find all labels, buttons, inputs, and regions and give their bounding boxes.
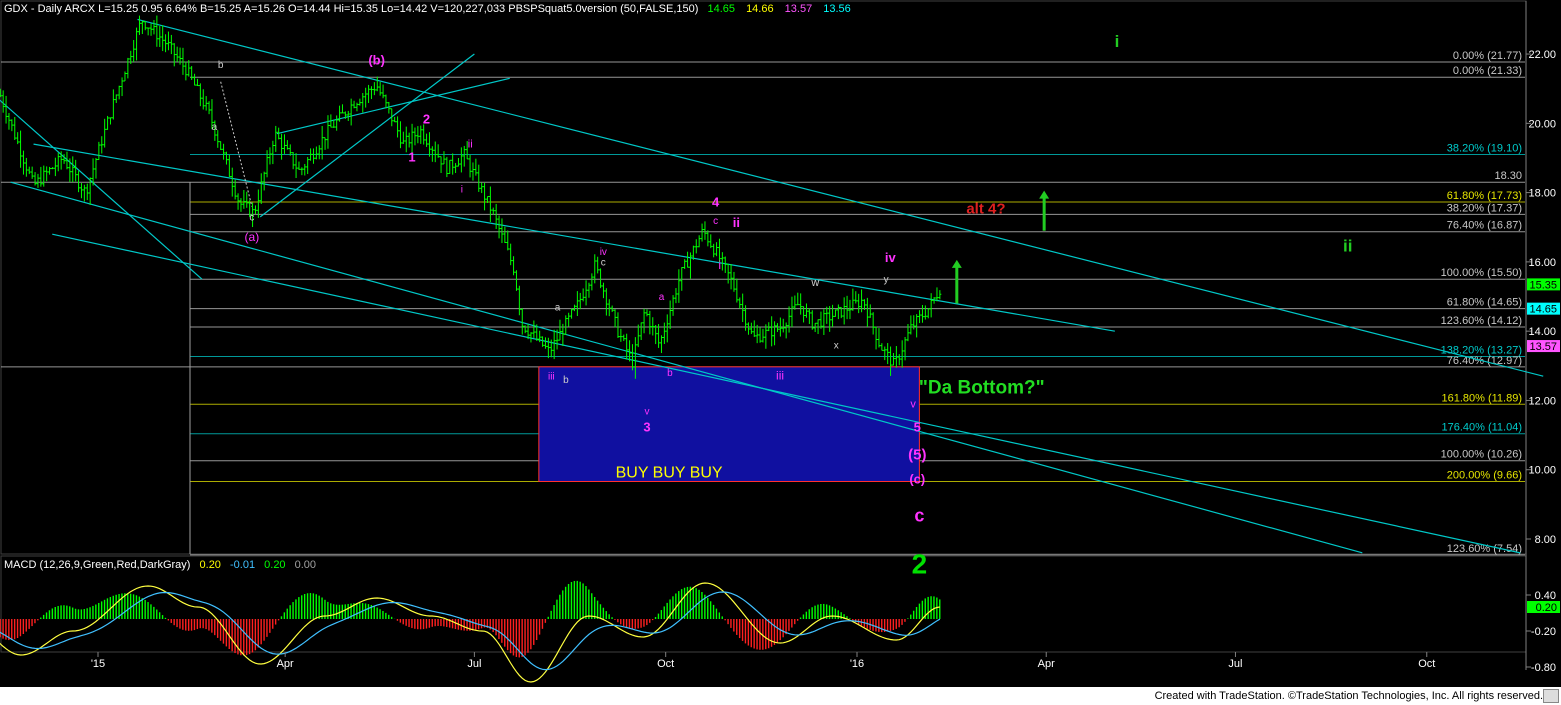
price-tick-label: 18.00 xyxy=(1528,188,1556,200)
wave-label: iii xyxy=(548,372,555,383)
wave-label: i xyxy=(718,258,721,272)
fib-label: 176.40% (11.04) xyxy=(1441,422,1522,434)
scroll-corner-icon[interactable] xyxy=(1543,689,1559,703)
wave-label: (a) xyxy=(245,230,260,244)
fib-label: 100.00% (10.26) xyxy=(1441,449,1522,461)
wave-label: a xyxy=(212,122,218,133)
wave-label: 1 xyxy=(408,149,415,164)
price-tick-label: 20.00 xyxy=(1528,118,1556,130)
wave-label: 4 xyxy=(712,194,720,209)
wave-label: b xyxy=(667,368,673,379)
buy-zone: BUY BUY BUY xyxy=(538,366,920,482)
macd-value-3: 0.20 xyxy=(264,559,285,571)
fib-label: 123.60% (14.12) xyxy=(1441,315,1522,327)
date-tick-label: Apr xyxy=(277,658,294,670)
wave-label: c xyxy=(914,506,924,526)
date-tick-label: Oct xyxy=(1418,658,1435,670)
wave-label: 5 xyxy=(914,420,921,435)
wave-label: 2 xyxy=(912,549,928,580)
buy-zone-label: BUY BUY BUY xyxy=(616,464,723,481)
fib-label: 100.00% (15.50) xyxy=(1441,267,1522,279)
price-tick-label: 8.00 xyxy=(1535,534,1556,546)
wave-label: ii xyxy=(1343,236,1352,255)
wave-label: v xyxy=(644,406,649,417)
header-value-2: 14.66 xyxy=(746,3,774,15)
wave-label: w xyxy=(810,277,819,289)
wave-label: b xyxy=(563,375,569,386)
macd-value-2: -0.01 xyxy=(230,559,255,571)
wave-label: (5) xyxy=(908,446,926,463)
wave-label: alt 4? xyxy=(966,200,1005,217)
wave-label: 3 xyxy=(643,420,650,435)
wave-label: i xyxy=(1115,32,1120,51)
fib-label: 0.00% (21.77) xyxy=(1453,50,1522,62)
price-tag-label: 14.65 xyxy=(1529,304,1557,316)
macd-title: MACD (12,26,9,Green,Red,DarkGray) xyxy=(4,559,190,571)
wave-label: ii xyxy=(468,139,473,151)
price-tick-label: 10.00 xyxy=(1528,465,1556,477)
wave-label: "Da Bottom?" xyxy=(919,378,1045,399)
price-tick-label: 16.00 xyxy=(1528,257,1556,269)
fib-label: 200.00% (9.66) xyxy=(1447,469,1522,481)
wave-label: c xyxy=(713,216,718,227)
buy-zone-box xyxy=(538,366,920,482)
header-value-4: 13.56 xyxy=(823,3,851,15)
fib-label: 76.40% (16.87) xyxy=(1447,220,1522,232)
wave-label: 2 xyxy=(423,111,430,126)
wave-label: y xyxy=(884,275,889,286)
fib-label: 161.80% (11.89) xyxy=(1441,392,1522,404)
macd-value-1: 0.20 xyxy=(200,559,221,571)
macd-tick-label: -0.80 xyxy=(1531,662,1556,674)
wave-label: c xyxy=(249,212,254,223)
wave-label: a xyxy=(659,292,665,303)
macd-value-tag-label: 0.20 xyxy=(1536,602,1557,614)
price-tick-label: 22.00 xyxy=(1528,49,1556,61)
price-tick-label: 14.00 xyxy=(1528,326,1556,338)
wave-label: iii xyxy=(776,369,784,383)
wave-label: iv xyxy=(600,247,607,258)
fib-label: 0.00% (21.33) xyxy=(1453,65,1522,77)
date-tick-label: Jul xyxy=(467,658,481,670)
date-tick-label: '16 xyxy=(850,658,864,670)
wave-label: v xyxy=(910,398,916,410)
wave-label: (b) xyxy=(368,52,385,67)
header-value-1: 14.65 xyxy=(707,3,735,15)
svg-text:MACD (12,26,9,Green,Red,DarkGr: MACD (12,26,9,Green,Red,DarkGray) 0.20 -… xyxy=(4,559,316,571)
fib-label: 38.20% (17.37) xyxy=(1447,202,1522,214)
macd-tick-label: -0.20 xyxy=(1531,626,1556,638)
wave-label: x xyxy=(834,340,839,351)
price-tag-label: 13.57 xyxy=(1529,341,1557,353)
price-tag-label: 15.35 xyxy=(1529,279,1557,291)
price-tick-label: 12.00 xyxy=(1528,395,1556,407)
footer-credit: Created with TradeStation. ©TradeStation… xyxy=(1154,690,1543,702)
date-tick-label: Oct xyxy=(657,658,674,670)
wave-label: c xyxy=(601,257,606,268)
fib-label: 38.20% (19.10) xyxy=(1447,142,1522,154)
wave-label: (c) xyxy=(909,472,925,487)
footer-bar: Created with TradeStation. ©TradeStation… xyxy=(0,687,1561,705)
wave-label: b xyxy=(218,60,224,71)
header-value-3: 13.57 xyxy=(785,3,813,15)
wave-label: iv xyxy=(885,250,897,265)
date-tick-label: Jul xyxy=(1228,658,1242,670)
header-main: GDX - Daily ARCX L=15.25 0.95 6.64% B=15… xyxy=(4,3,698,15)
macd-value-4: 0.00 xyxy=(295,559,316,571)
macd-axis: 0.40 -0.20 -0.80 0.20 xyxy=(1526,590,1560,674)
wave-label: ii xyxy=(733,215,740,230)
price-chart: GDX - Daily ARCX L=15.25 0.95 6.64% B=15… xyxy=(0,0,1561,687)
fib-label: 61.80% (14.65) xyxy=(1447,297,1522,309)
svg-text:GDX - Daily ARCX L=15.25 0.: GDX - Daily ARCX L=15.25 0.95 6.64% B=15… xyxy=(4,3,851,15)
macd-tick-label: 0.40 xyxy=(1535,590,1556,602)
wave-label: i xyxy=(461,185,463,196)
wave-label: a xyxy=(555,302,561,313)
date-tick-label: '15 xyxy=(91,658,105,670)
fib-label: 61.80% (17.73) xyxy=(1447,190,1522,202)
date-tick-label: Apr xyxy=(1038,658,1055,670)
fib-label: 18.30 xyxy=(1494,170,1522,182)
